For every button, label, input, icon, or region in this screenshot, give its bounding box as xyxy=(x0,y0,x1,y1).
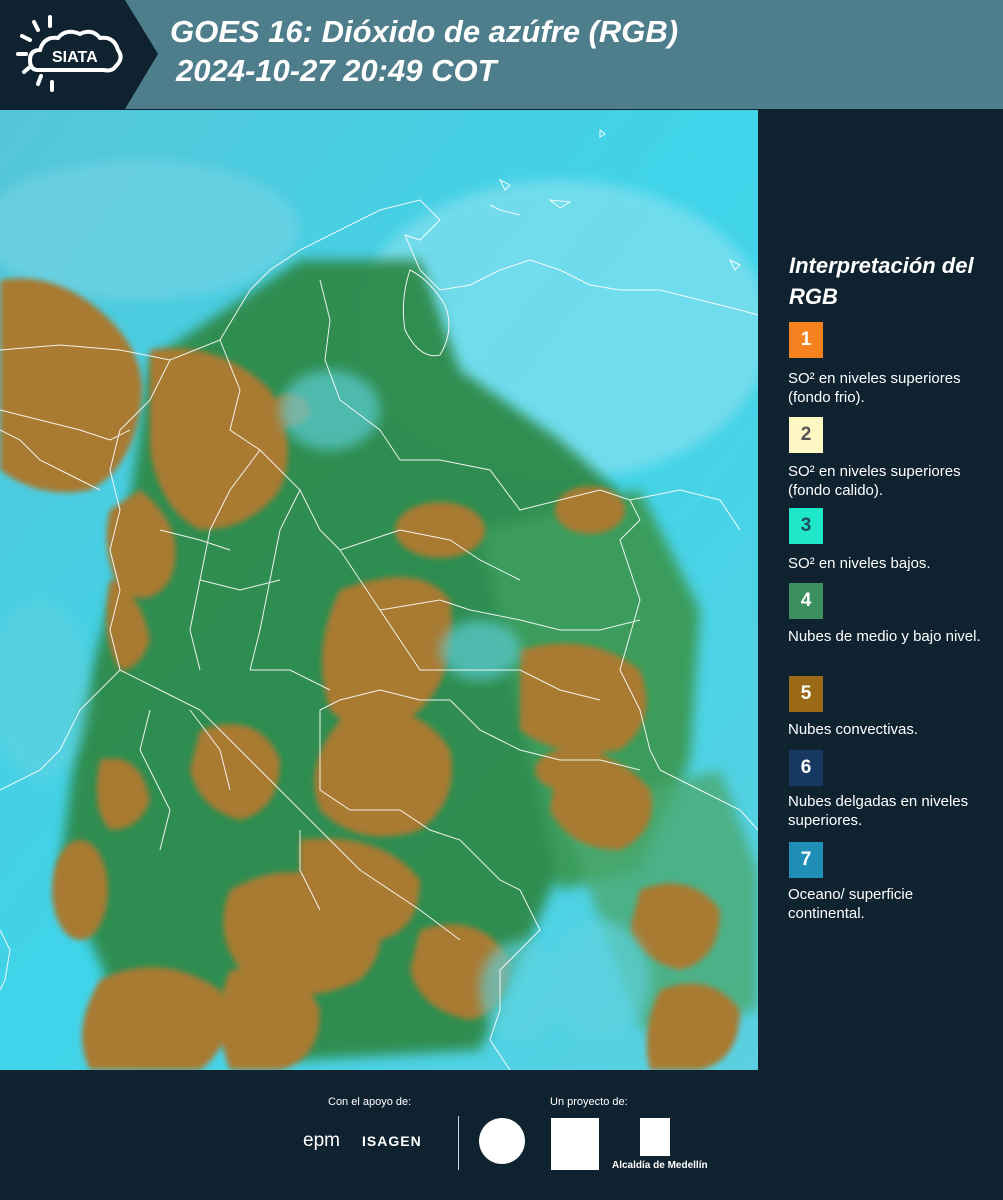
isagen-logo: ISAGEN xyxy=(362,1133,422,1149)
legend-swatch-5: 5 xyxy=(789,676,823,712)
medellin-seal-logo xyxy=(479,1118,525,1164)
footer-divider xyxy=(458,1116,459,1170)
project-label: Un proyecto de: xyxy=(550,1096,628,1108)
legend-title: Interpretación del RGB xyxy=(789,253,974,309)
legend-label-4: Nubes de medio y bajo nivel. xyxy=(788,628,981,645)
logo-text: SIATA xyxy=(52,49,98,66)
legend-label-1: SO² en niveles superiores (fondo frio). xyxy=(788,370,961,406)
legend-swatch-3: 3 xyxy=(789,508,823,544)
alcaldia-label: Alcaldía de Medellín xyxy=(612,1160,708,1171)
timestamp: 2024-10-27 20:49 COT xyxy=(176,53,497,88)
legend-label-5: Nubes convectivas. xyxy=(788,721,919,738)
siata-logo: SIATA xyxy=(0,0,158,109)
legend-label-7: Oceano/ superficie continental. xyxy=(788,886,914,922)
legend-swatch-1: 1 xyxy=(789,322,823,358)
legend-swatch-7: 7 xyxy=(789,842,823,878)
legend-label-2: SO² en niveles superiores (fondo calido)… xyxy=(788,463,961,499)
area-metropolitana-logo xyxy=(551,1118,599,1170)
footer: Con el apoyo de: Un proyecto de: epm ISA… xyxy=(0,1070,1003,1200)
page-title: GOES 16: Dióxido de azúfre (RGB) xyxy=(170,14,679,49)
legend-swatch-2: 2 xyxy=(789,417,823,453)
support-label: Con el apoyo de: xyxy=(328,1096,412,1108)
legend-panel: Interpretación del RGB 1 SO² en niveles … xyxy=(758,110,1003,1070)
legend-label-6: Nubes delgadas en niveles superiores. xyxy=(788,793,969,829)
legend-label-3: SO² en niveles bajos. xyxy=(788,555,931,572)
alcaldia-crest-logo xyxy=(640,1118,670,1156)
satellite-map xyxy=(0,110,758,1070)
legend-swatch-4: 4 xyxy=(789,583,823,619)
epm-logo: epm xyxy=(303,1130,340,1151)
header-bar: SIATA GOES 16: Dióxido de azúfre (RGB) 2… xyxy=(0,0,1003,109)
legend-swatch-6: 6 xyxy=(789,750,823,786)
